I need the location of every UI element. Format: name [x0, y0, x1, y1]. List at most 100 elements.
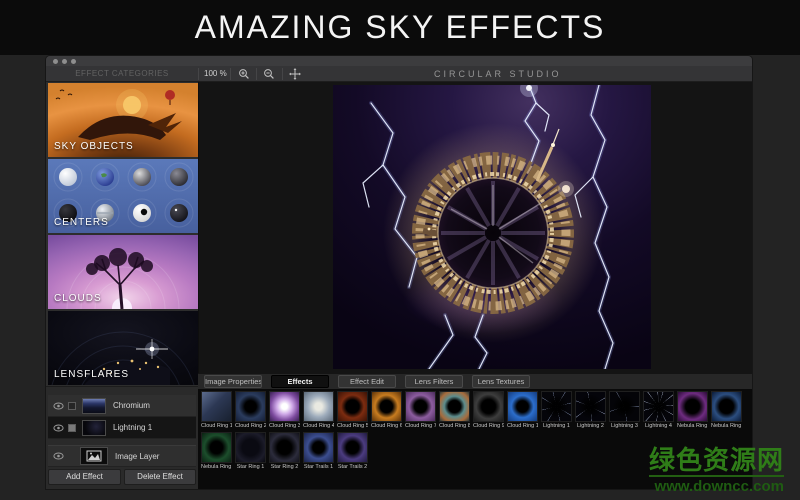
app-window: EFFECT CATEGORIES 100 % CIRCULAR STUDIO …	[45, 55, 753, 490]
close-window-icon[interactable]	[53, 58, 58, 64]
delete-effect-button[interactable]: Delete Effect	[124, 469, 196, 485]
tab-lens-textures[interactable]: Lens Textures	[472, 375, 530, 388]
effect-label: Nebula Ring 1	[677, 423, 708, 429]
watermark: 绿色资源网 www.downcc.com	[648, 445, 784, 495]
effect-label: Star Trails 1	[303, 464, 334, 470]
effect-item: Cloud Ring 7	[405, 391, 436, 429]
layer-row-chromium[interactable]: Chromium	[48, 395, 196, 417]
effect-thumbnail[interactable]	[609, 391, 640, 422]
effect-item: Cloud Ring 1	[201, 391, 232, 429]
effect-item: Cloud Ring 6	[371, 391, 402, 429]
effect-label: Cloud Ring 7	[405, 423, 436, 429]
visibility-eye-icon[interactable]	[53, 424, 64, 432]
effect-item: Nebula Ring 1	[677, 391, 708, 429]
pan-move-icon[interactable]	[289, 68, 301, 80]
effect-thumbnail[interactable]	[337, 432, 368, 463]
tabs-bar: Image Properties Effects Effect Edit Lens F…	[198, 373, 752, 389]
maximize-window-icon[interactable]	[71, 58, 76, 64]
effect-label: Lightning 3	[611, 423, 638, 429]
effect-thumbnail[interactable]	[269, 391, 300, 422]
category-label: LENSFLARES	[54, 369, 130, 380]
zoom-in-icon[interactable]	[238, 68, 250, 80]
effect-item: Lightning 2	[575, 391, 606, 429]
effect-label: Cloud Ring 8	[439, 423, 470, 429]
effect-label: Star Ring 2	[270, 464, 299, 470]
effect-thumbnail[interactable]	[201, 432, 232, 463]
effect-thumbnail[interactable]	[235, 432, 266, 463]
effect-thumbnail[interactable]	[575, 391, 606, 422]
effects-row-1: Cloud Ring 1 Cloud Ring 2 Cloud Ring 3 Clou…	[201, 391, 742, 429]
sidebar-item-centers[interactable]: CENTERS	[48, 159, 198, 233]
effect-thumbnail[interactable]	[439, 391, 470, 422]
category-label: CENTERS	[54, 217, 109, 228]
effect-label: Star Trails 2	[337, 464, 368, 470]
effect-label: Cloud Ring 5	[337, 423, 368, 429]
add-effect-button[interactable]: Add Effect	[48, 469, 121, 485]
effect-item: Cloud Ring 8	[439, 391, 470, 429]
effect-item: Lightning 3	[609, 391, 640, 429]
watermark-site-name: 绿色资源网	[648, 445, 784, 475]
effect-item: Cloud Ring 2	[235, 391, 266, 429]
sidebar-item-lensflares[interactable]: LENSFLARES	[48, 311, 198, 385]
effect-label: Lightning 4	[645, 423, 672, 429]
effect-thumbnail[interactable]	[337, 391, 368, 422]
effect-label: Cloud Ring 6	[371, 423, 402, 429]
effect-thumbnail[interactable]	[303, 432, 334, 463]
layer-checkbox[interactable]	[68, 401, 76, 410]
main-canvas[interactable]	[198, 82, 752, 373]
layer-thumbnail	[82, 397, 106, 414]
effect-label: Cloud Ring 1	[201, 423, 232, 429]
image-placeholder-icon	[86, 450, 102, 462]
layer-name: Image Layer	[115, 451, 160, 461]
effect-thumbnail[interactable]	[201, 391, 232, 422]
minimize-window-icon[interactable]	[62, 58, 67, 64]
layer-thumbnail	[82, 419, 106, 436]
effect-item: Nebula Ring 2	[711, 391, 742, 429]
effect-label: Cloud Ring 2	[235, 423, 266, 429]
tab-lens-filters[interactable]: Lens Filters	[405, 375, 463, 388]
effect-label: Cloud Ring 3	[269, 423, 300, 429]
effect-thumbnail[interactable]	[371, 391, 402, 422]
effect-item: Cloud Ring 3	[269, 391, 300, 429]
tab-image-properties[interactable]: Image Properties	[204, 375, 262, 388]
effect-thumbnail[interactable]	[303, 391, 334, 422]
effect-label: Cloud Ring 9	[473, 423, 504, 429]
effect-label: Cloud Ring 10	[507, 423, 538, 429]
tab-effects[interactable]: Effects	[271, 375, 329, 388]
sidebar-item-sky-objects[interactable]: SKY OBJECTS	[48, 83, 198, 157]
toolbar: EFFECT CATEGORIES 100 % CIRCULAR STUDIO	[46, 66, 752, 82]
effect-item: Cloud Ring 10	[507, 391, 538, 429]
toolbar-separator	[256, 68, 257, 80]
effect-thumbnail[interactable]	[235, 391, 266, 422]
visibility-eye-icon[interactable]	[53, 402, 64, 410]
effect-thumbnail[interactable]	[711, 391, 742, 422]
effect-thumbnail[interactable]	[507, 391, 538, 422]
effects-row-2: Nebula Ring 3 Star Ring 1 Star Ring 2 Star …	[201, 432, 368, 470]
toolbar-separator	[230, 68, 231, 80]
zoom-out-icon[interactable]	[263, 68, 275, 80]
effect-label: Lightning 1	[543, 423, 570, 429]
effect-label: Lightning 2	[577, 423, 604, 429]
effect-thumbnail[interactable]	[473, 391, 504, 422]
layer-name: Chromium	[113, 401, 150, 410]
layer-row-lightning-1[interactable]: Lightning 1	[48, 417, 196, 439]
effect-item: Nebula Ring 3	[201, 432, 232, 470]
effect-item: Cloud Ring 5	[337, 391, 368, 429]
layer-checkbox[interactable]	[68, 423, 76, 432]
visibility-eye-icon[interactable]	[53, 452, 64, 460]
category-label: CLOUDS	[54, 293, 102, 304]
effect-thumbnail[interactable]	[643, 391, 674, 422]
tab-effect-edit[interactable]: Effect Edit	[338, 375, 396, 388]
effect-thumbnail[interactable]	[541, 391, 572, 422]
layers-panel: Chromium Lightning 1 Image Layer Add Eff…	[46, 386, 198, 489]
effect-thumbnail[interactable]	[269, 432, 300, 463]
watermark-divider	[648, 475, 784, 477]
effect-item: Cloud Ring 9	[473, 391, 504, 429]
effect-thumbnail[interactable]	[405, 391, 436, 422]
window-titlebar[interactable]	[46, 56, 752, 66]
top-banner: AMAZING SKY EFFECTS	[0, 0, 800, 55]
layer-name: Lightning 1	[113, 423, 153, 432]
effect-thumbnail[interactable]	[677, 391, 708, 422]
sidebar-item-clouds[interactable]: CLOUDS	[48, 235, 198, 309]
layer-row-image-layer[interactable]: Image Layer	[48, 445, 196, 467]
